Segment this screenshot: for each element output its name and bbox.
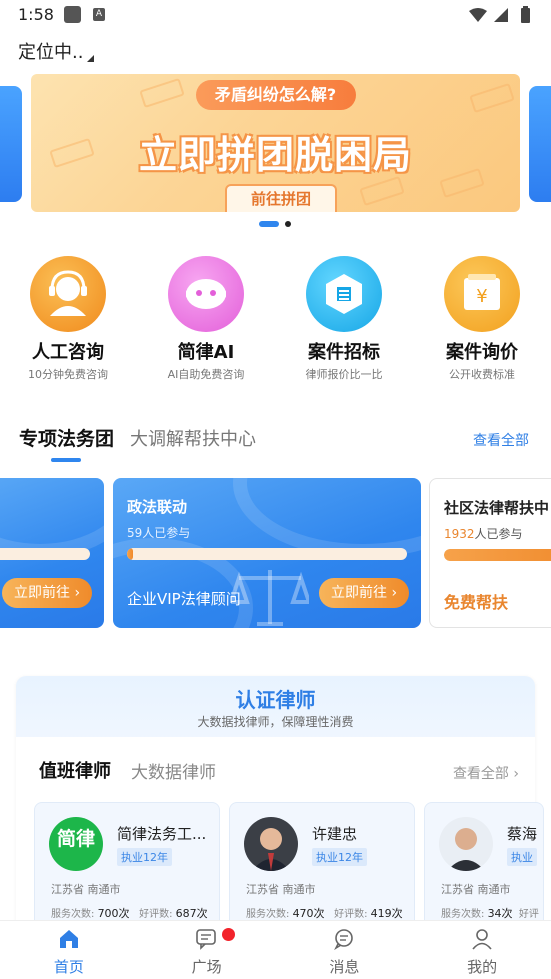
practice-years-badge: 执业	[507, 848, 537, 866]
notification-square-icon	[64, 6, 81, 23]
chat-square-icon	[138, 926, 276, 952]
tab-legal-team[interactable]: 专项法务团	[19, 424, 114, 451]
lawyer-name: 蔡海	[507, 825, 538, 843]
quick-action-subtitle: 律师报价比一比	[305, 368, 383, 381]
banner-cta-button[interactable]: 前往拼团	[225, 184, 337, 212]
group-card-footer: 企业VIP法律顾问	[127, 590, 241, 608]
quick-action-subtitle: 10分钟免费咨询	[28, 368, 108, 381]
yuan-box-icon: ¥	[444, 256, 520, 332]
avatar	[439, 817, 493, 871]
group-card-title: 社区法律帮扶中	[444, 499, 550, 517]
avatar: 简律	[49, 817, 103, 871]
group-card-footer: 免费帮扶	[444, 593, 509, 612]
tab-duty-lawyer[interactable]: 值班律师	[39, 757, 111, 783]
nav-label: 首页	[53, 958, 84, 976]
quick-action-ai[interactable]: 简律AI AI自助免费咨询	[141, 256, 271, 382]
coupon-decor-icon	[359, 175, 405, 207]
practice-years-badge: 执业12年	[312, 848, 367, 866]
location-selector[interactable]: 定位中..	[18, 38, 95, 64]
lawyer-stats: 服务次数: 34次 好评	[441, 907, 539, 920]
page-dot-active	[259, 221, 279, 227]
nav-profile[interactable]: 我的	[413, 921, 551, 979]
nav-label: 消息	[329, 958, 360, 976]
quick-action-title: 案件询价	[446, 342, 518, 363]
quick-action-manual-consult[interactable]: 人工咨询 10分钟免费咨询	[3, 256, 133, 382]
lawyer-card[interactable]: 许建忠 执业12年 江苏省 南通市 服务次数: 470次 好评数: 419次	[229, 802, 415, 932]
promo-banner[interactable]: 矛盾纠纷怎么解? 立即拼团脱困局 前往拼团	[31, 74, 520, 212]
lawyer-tabs: 值班律师 大数据律师	[39, 757, 216, 783]
lawyer-stats: 服务次数: 700次 好评数: 687次	[51, 907, 208, 920]
quick-action-title: 案件招标	[308, 342, 380, 363]
scale-of-justice-icon	[231, 570, 309, 626]
lawyer-card[interactable]: 蔡海 执业 江苏省 南通市 服务次数: 34次 好评	[424, 802, 544, 932]
quick-action-subtitle: 公开收费标准	[449, 368, 515, 381]
lawyer-name: 简律法务工...	[117, 825, 207, 843]
banner-pagination	[259, 221, 291, 227]
quick-action-case-price[interactable]: ¥ 案件询价 公开收费标准	[417, 256, 547, 382]
group-card[interactable]: 社区法律帮扶中 1932人已参与 免费帮扶	[429, 478, 551, 628]
go-now-button[interactable]: 立即前往 ›	[2, 578, 93, 608]
nav-label: 广场	[191, 958, 222, 976]
nav-square[interactable]: 广场	[138, 921, 276, 979]
bottom-nav: 首页 广场 消息 我的	[0, 920, 551, 979]
page-dot	[285, 221, 291, 227]
nav-home[interactable]: 首页	[0, 921, 138, 979]
lawyer-card[interactable]: 简律 简律法务工... 执业12年 江苏省 南通市 服务次数: 700次 好评数…	[34, 802, 220, 932]
avatar	[244, 817, 298, 871]
quick-action-subtitle: AI自助免费咨询	[167, 368, 245, 381]
svg-text:¥: ¥	[476, 286, 487, 307]
status-time: 1:58	[18, 5, 54, 24]
view-all-lawyers-link[interactable]: 查看全部 ›	[453, 763, 519, 783]
banner-prev-peek[interactable]	[0, 86, 22, 202]
group-card[interactable]: 政法联动 59人已参与 企业VIP法律顾问 立即前往 ›	[113, 478, 421, 628]
practice-years-badge: 执业12年	[117, 848, 172, 866]
lawyer-area: 江苏省 南通市	[441, 883, 511, 896]
tab-mediation-center[interactable]: 大调解帮扶中心	[130, 425, 256, 451]
tab-indicator	[51, 458, 81, 462]
lawyer-area: 江苏省 南通市	[246, 883, 316, 896]
group-card[interactable]: 立即前往 ›	[0, 478, 104, 628]
progress-bar	[444, 549, 551, 561]
go-now-label: 立即前往	[331, 585, 387, 601]
go-now-button[interactable]: 立即前往 ›	[319, 578, 410, 608]
cube-icon	[306, 256, 382, 332]
user-icon	[413, 926, 551, 952]
nav-label: 我的	[467, 958, 498, 976]
location-label: 定位中..	[18, 42, 84, 63]
message-icon	[276, 926, 414, 952]
unread-badge	[222, 928, 235, 941]
wifi-signal-battery-icon	[469, 6, 530, 23]
quick-action-title: 人工咨询	[32, 342, 104, 363]
status-bar: 1:58 A	[0, 0, 551, 30]
home-icon	[0, 926, 138, 952]
section-subtitle: 大数据找律师，保障理性消费	[197, 715, 354, 729]
headset-icon	[30, 256, 106, 332]
tab-bigdata-lawyer[interactable]: 大数据律师	[131, 758, 216, 783]
banner-subtitle: 矛盾纠纷怎么解?	[195, 80, 356, 110]
quick-action-case-bidding[interactable]: 案件招标 律师报价比一比	[279, 256, 409, 382]
lawyer-stats: 服务次数: 470次 好评数: 419次	[246, 907, 403, 920]
nav-messages[interactable]: 消息	[276, 921, 414, 979]
coupon-decor-icon	[139, 77, 185, 109]
section-title: 认证律师	[235, 688, 316, 712]
dropdown-triangle-icon	[87, 55, 95, 62]
group-card-count: 59人已参与	[127, 526, 191, 540]
view-all-link[interactable]: 查看全部	[473, 430, 529, 450]
lawyer-area: 江苏省 南通市	[51, 883, 121, 896]
app-screen: 1:58 A 定位中.. 矛盾纠纷怎么解? 立即拼团脱困局 前往拼团 人工咨询 …	[0, 0, 551, 979]
ai-robot-icon	[168, 256, 244, 332]
quick-action-title: 简律AI	[177, 342, 235, 363]
progress-bar	[127, 548, 407, 560]
progress-bar	[0, 548, 90, 560]
lawyer-name: 许建忠	[312, 825, 358, 843]
banner-headline: 立即拼团脱困局	[138, 133, 412, 177]
banner-next-peek[interactable]	[529, 86, 551, 202]
keyboard-a-icon: A	[93, 8, 105, 21]
coupon-decor-icon	[469, 82, 515, 114]
section-tabs: 专项法务团 大调解帮扶中心	[19, 424, 256, 451]
group-card-title: 政法联动	[127, 498, 188, 516]
group-card-count: 1932人已参与	[444, 527, 523, 541]
go-now-label: 立即前往	[14, 585, 70, 601]
